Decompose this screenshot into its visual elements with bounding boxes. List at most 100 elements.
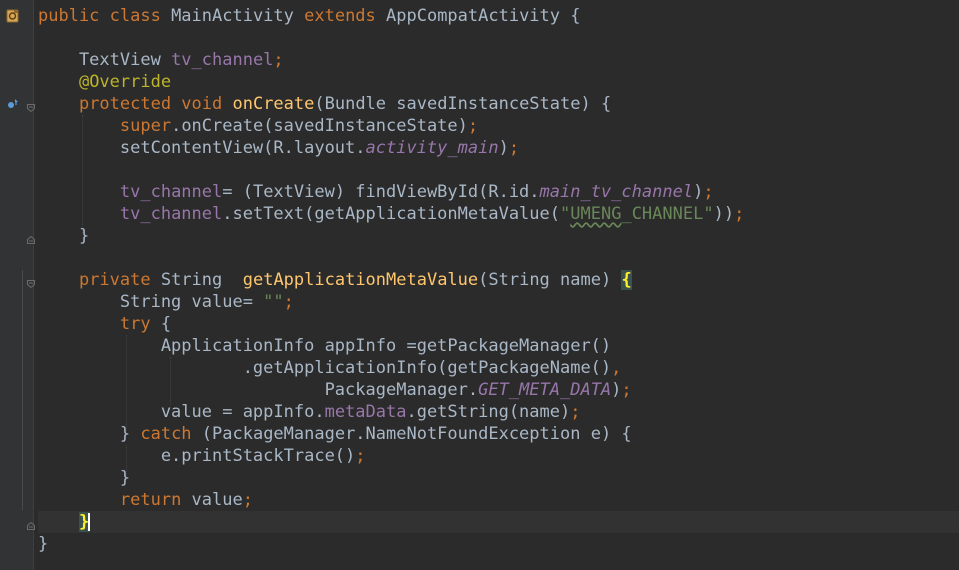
code-token: )	[693, 182, 704, 202]
code-token: e.printStackTrace()	[38, 446, 356, 466]
fold-close-icon[interactable]	[27, 522, 35, 530]
code-token: .onCreate(savedInstanceState)	[171, 116, 468, 136]
code-token: getApplicationMetaValue	[242, 270, 479, 290]
code-line[interactable]: tv_channel.setText(getApplicationMetaVal…	[38, 203, 959, 225]
code-token: ;	[734, 204, 745, 224]
code-line[interactable]: @Override	[38, 71, 959, 93]
code-token: tv_channel	[119, 182, 223, 202]
fold-close-icon[interactable]	[27, 236, 35, 244]
code-token: ;	[467, 116, 479, 136]
text-caret	[88, 513, 91, 531]
code-token: {	[621, 270, 632, 290]
code-token: tv_channel	[171, 50, 274, 70]
code-line[interactable]	[38, 159, 959, 181]
code-token: public class	[38, 6, 172, 26]
code-token: tv_channel	[119, 204, 223, 224]
code-token: }	[38, 468, 131, 488]
code-token: {	[160, 314, 172, 334]
code-token: ApplicationInfo appInfo =getPackageManag…	[38, 336, 612, 356]
code-token: GET_META_DATA	[478, 380, 612, 400]
code-line[interactable]: ApplicationInfo appInfo =getPackageManag…	[38, 335, 959, 357]
code-token: .setText(getApplicationMetaValue(	[222, 204, 561, 224]
code-line[interactable]: TextView tv_channel;	[38, 49, 959, 71]
code-line[interactable]	[38, 247, 959, 269]
code-token: protected void	[78, 94, 233, 114]
code-line[interactable]: tv_channel= (TextView) findViewById(R.id…	[38, 181, 959, 203]
code-token: ;	[283, 292, 294, 312]
code-line[interactable]: .getApplicationInfo(getPackageName(),	[38, 357, 959, 379]
override-method-icon[interactable]	[6, 97, 20, 111]
class-file-icon	[6, 9, 19, 23]
code-token: ""	[263, 292, 284, 312]
code-line[interactable]: }	[38, 511, 959, 533]
code-token: }	[38, 424, 141, 444]
code-token: onCreate	[232, 94, 315, 114]
code-token: .getString(name)	[406, 402, 571, 422]
code-token: (PackageManager.NameNotFoundException e)…	[201, 424, 632, 444]
code-token: super	[119, 116, 172, 136]
fold-open-icon[interactable]	[27, 280, 35, 288]
code-line[interactable]: setContentView(R.layout.activity_main);	[38, 137, 959, 159]
code-token: ;	[703, 182, 714, 202]
code-token: ;	[621, 380, 632, 400]
code-line[interactable]: }	[38, 533, 959, 555]
code-token: ;	[570, 402, 581, 422]
code-line[interactable]: PackageManager.GET_META_DATA);	[38, 379, 959, 401]
code-token: ;	[508, 138, 520, 158]
code-token: ))	[713, 204, 735, 224]
code-token: }	[38, 226, 90, 246]
code-token: PackageManager.	[38, 380, 479, 400]
code-line[interactable]: super.onCreate(savedInstanceState);	[38, 115, 959, 137]
code-token: _CHANNEL"	[621, 204, 714, 224]
code-token: MainActivity	[171, 6, 305, 26]
code-token: String	[160, 270, 243, 290]
code-line[interactable]	[38, 27, 959, 49]
code-token: setContentView(R.layout.	[38, 138, 366, 158]
scope-marker	[22, 270, 23, 510]
code-token: String value=	[38, 292, 264, 312]
code-token: }	[38, 534, 49, 554]
code-token: extends	[304, 6, 387, 26]
code-token: AppCompatActivity {	[386, 6, 581, 26]
code-area[interactable]: public class MainActivity extends AppCom…	[38, 5, 959, 555]
code-token: )	[498, 138, 509, 158]
code-editor[interactable]: public class MainActivity extends AppCom…	[0, 0, 959, 570]
code-token: value	[191, 490, 243, 510]
code-token: activity_main	[365, 138, 499, 158]
code-line[interactable]: e.printStackTrace();	[38, 445, 959, 467]
code-line[interactable]: return value;	[38, 489, 959, 511]
code-line[interactable]: private String getApplicationMetaValue(S…	[38, 269, 959, 291]
code-token: ;	[273, 50, 284, 70]
code-token: value = appInfo.	[38, 402, 325, 422]
code-token: = (TextView) findViewById(R.id.	[222, 182, 540, 202]
editor-gutter[interactable]	[0, 0, 35, 570]
code-line[interactable]: }	[38, 225, 959, 247]
code-token: ;	[355, 446, 366, 466]
code-line[interactable]: }	[38, 467, 959, 489]
code-line[interactable]: protected void onCreate(Bundle savedInst…	[38, 93, 959, 115]
code-line[interactable]: String value= "";	[38, 291, 959, 313]
code-token: UMENG	[570, 204, 622, 224]
code-token: (Bundle savedInstanceState) {	[314, 94, 612, 114]
code-token: ,	[611, 358, 622, 378]
code-token: main_tv_channel	[539, 182, 694, 202]
code-token: metaData	[324, 402, 407, 422]
code-token: "	[560, 204, 571, 224]
code-token: catch	[140, 424, 202, 444]
fold-open-icon[interactable]	[27, 104, 35, 112]
code-line[interactable]: public class MainActivity extends AppCom…	[38, 5, 959, 27]
code-line[interactable]: try {	[38, 313, 959, 335]
code-line[interactable]: value = appInfo.metaData.getString(name)…	[38, 401, 959, 423]
code-token: )	[611, 380, 622, 400]
code-line[interactable]: } catch (PackageManager.NameNotFoundExce…	[38, 423, 959, 445]
code-token: TextView	[38, 50, 172, 70]
